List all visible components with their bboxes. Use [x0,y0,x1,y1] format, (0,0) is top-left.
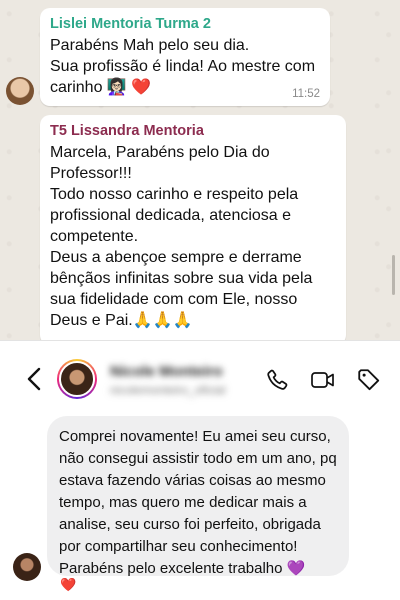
message-sender: Lislei Mentoria Turma 2 [50,16,211,32]
sender-avatar[interactable] [6,77,34,105]
message-text: Marcela, Parabéns pelo Dia do Professor!… [50,144,313,329]
scrollbar[interactable] [392,255,395,295]
dm-message-text: Comprei novamente! Eu amei seu curso, nã… [59,428,337,577]
tag-icon[interactable] [356,367,382,393]
message-time: 11:52 [292,88,320,100]
message-sender: T5 Lissandra Mentoria [50,123,204,139]
contact-handle: nicolemonteiro_oficial [110,383,226,397]
message-bubble[interactable]: Lislei Mentoria Turma 2 Parabéns Mah pel… [40,8,330,106]
instagram-dm: Nicole Monteiro nicolemonteiro_oficial C… [0,340,400,600]
phone-icon[interactable] [264,367,290,393]
video-camera-icon[interactable] [310,367,336,393]
contact-name[interactable]: Nicole Monteiro [110,363,223,380]
whatsapp-chat: Lislei Mentoria Turma 2 Parabéns Mah pel… [0,0,400,340]
message-bubble[interactable]: T5 Lissandra Mentoria Marcela, Parabéns … [40,115,346,340]
sender-avatar[interactable] [13,553,41,581]
message-text: Parabéns Mah pelo seu dia. Sua profissão… [50,37,316,96]
heart-reaction-icon[interactable]: ❤️ [60,577,76,593]
dm-header: Nicole Monteiro nicolemonteiro_oficial [0,341,400,416]
back-icon[interactable] [24,366,46,392]
contact-avatar[interactable] [57,359,97,399]
dm-message-bubble[interactable]: Comprei novamente! Eu amei seu curso, nã… [47,416,349,577]
